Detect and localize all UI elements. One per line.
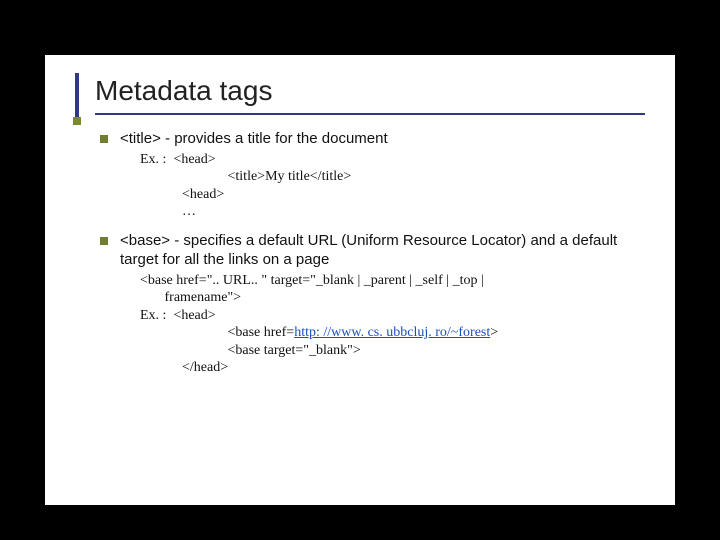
code-line: …	[140, 203, 641, 221]
example-block-1: Ex. : <head> <title>My title</title> <he…	[140, 151, 641, 221]
code-line: framename">	[140, 289, 641, 307]
code-line: <head>	[140, 186, 641, 204]
code-line: Ex. : <head>	[140, 307, 641, 325]
bullet-text: <base> - specifies a default URL (Unifor…	[120, 232, 617, 269]
slide-body: Metadata tags <title> - provides a title…	[45, 55, 675, 505]
code-text: <base href=	[140, 325, 294, 340]
accent-bar	[75, 73, 79, 118]
bullet-base-tag: <base> - specifies a default URL (Unifor…	[100, 231, 641, 377]
code-line: </head>	[140, 359, 641, 377]
slide-title: Metadata tags	[95, 75, 645, 107]
code-line: <base href=".. URL.. " target="_blank | …	[140, 272, 641, 290]
bullet-title-tag: <title> - provides a title for the docum…	[100, 129, 641, 221]
example-url-link[interactable]: http: //www. cs. ubbcluj. ro/~forest	[294, 325, 490, 340]
heading-wrap: Metadata tags	[95, 55, 645, 115]
code-line: <base href=http: //www. cs. ubbcluj. ro/…	[140, 324, 641, 342]
code-line: Ex. : <head>	[140, 151, 641, 169]
bullet-text: <title> - provides a title for the docum…	[120, 130, 388, 147]
accent-dot	[73, 117, 81, 125]
code-line: <title>My title</title>	[140, 168, 641, 186]
slide-content: <title> - provides a title for the docum…	[45, 115, 675, 377]
square-bullet-icon	[100, 135, 108, 143]
code-line: <base target="_blank">	[140, 342, 641, 360]
code-text: >	[490, 325, 498, 340]
square-bullet-icon	[100, 237, 108, 245]
example-block-2: <base href=".. URL.. " target="_blank | …	[140, 272, 641, 377]
